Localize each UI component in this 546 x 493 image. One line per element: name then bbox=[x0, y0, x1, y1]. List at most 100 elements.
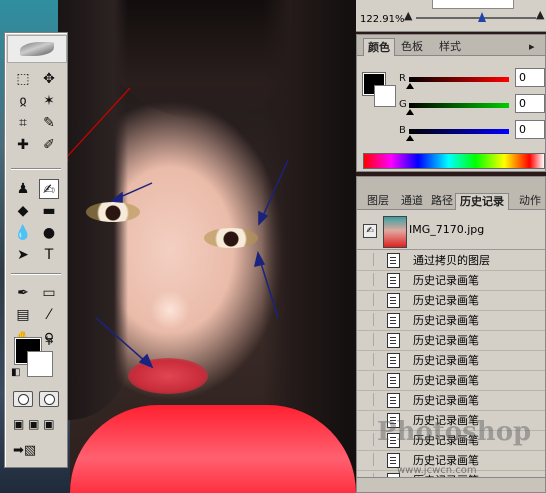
history-state-icon bbox=[387, 253, 400, 268]
history-item[interactable]: 历史记录画笔 bbox=[357, 330, 545, 351]
crop-tool-icon[interactable]: ⌗ bbox=[13, 113, 33, 133]
channel-b-slider[interactable] bbox=[409, 129, 509, 134]
history-item-label: 历史记录画笔 bbox=[413, 334, 479, 347]
gradient-tool-icon[interactable]: ▬ bbox=[39, 201, 59, 221]
channel-b-value[interactable]: 0 bbox=[515, 120, 545, 139]
history-state-icon bbox=[387, 353, 400, 368]
history-item[interactable]: 历史记录画笔 bbox=[357, 290, 545, 311]
standard-mode-button[interactable] bbox=[13, 391, 33, 407]
history-source-checkbox[interactable] bbox=[361, 453, 374, 466]
tab-channels[interactable]: 通道 bbox=[397, 193, 427, 209]
eraser-tool-icon[interactable]: ◆ bbox=[13, 201, 33, 221]
history-source-checkbox[interactable] bbox=[361, 253, 374, 266]
healing-tool-icon[interactable]: ✚ bbox=[13, 135, 33, 155]
magic-wand-tool-icon[interactable]: ✶ bbox=[39, 91, 59, 111]
slice-tool-icon[interactable]: ✎ bbox=[39, 113, 59, 133]
history-panel: 图层 通道 路径 历史记录 动作 ✍ IMG_7170.jpg 通过拷贝的图层历… bbox=[356, 176, 546, 493]
marquee-tool-icon[interactable]: ⬚ bbox=[13, 69, 33, 89]
tab-actions[interactable]: 动作 bbox=[515, 193, 545, 209]
history-item[interactable]: 历史记录画笔 bbox=[357, 390, 545, 411]
history-source-checkbox[interactable] bbox=[361, 413, 374, 426]
swap-colors-icon[interactable]: ⇆ bbox=[45, 335, 53, 346]
history-state-icon bbox=[387, 393, 400, 408]
brush-tool-icon[interactable]: ✐ bbox=[39, 135, 59, 155]
feather-logo-icon bbox=[20, 42, 54, 56]
history-item[interactable]: 历史记录画笔 bbox=[357, 270, 545, 291]
tab-paths[interactable]: 路径 bbox=[427, 193, 457, 209]
quickmask-mode-button[interactable] bbox=[39, 391, 59, 407]
toolbox-divider bbox=[11, 273, 61, 275]
channel-r-label: R bbox=[399, 73, 406, 84]
dodge-tool-icon[interactable]: ● bbox=[39, 223, 59, 243]
zoom-out-icon[interactable]: ▲ bbox=[404, 9, 412, 22]
tab-layers[interactable]: 图层 bbox=[363, 193, 393, 209]
history-item-label: 历史记录画笔 bbox=[413, 374, 479, 387]
zoom-slider-track[interactable] bbox=[416, 17, 536, 19]
history-source-checkbox[interactable] bbox=[361, 273, 374, 286]
history-item[interactable]: 历史记录画笔 bbox=[357, 370, 545, 391]
arrow-left-eye bbox=[117, 182, 153, 199]
history-source-checkbox[interactable] bbox=[361, 333, 374, 346]
background-color-swatch[interactable] bbox=[374, 85, 396, 107]
history-footer bbox=[357, 477, 545, 492]
type-tool-icon[interactable]: T bbox=[39, 245, 59, 265]
history-item[interactable]: 历史记录画笔 bbox=[357, 310, 545, 331]
history-item[interactable]: 通过拷贝的图层 bbox=[357, 250, 545, 271]
channel-b-thumb[interactable] bbox=[406, 135, 414, 141]
history-state-icon bbox=[387, 273, 400, 288]
history-snapshot[interactable]: ✍ IMG_7170.jpg bbox=[357, 213, 545, 250]
history-state-icon bbox=[387, 333, 400, 348]
history-source-checkbox[interactable] bbox=[361, 353, 374, 366]
watermark-text: Photoshop bbox=[377, 417, 532, 447]
history-state-icon bbox=[387, 373, 400, 388]
arrow-right-eye-lower bbox=[259, 259, 279, 319]
notes-tool-icon[interactable]: ▤ bbox=[13, 305, 33, 325]
color-panel-tabs: 颜色 色板 样式 ▸ bbox=[357, 35, 545, 56]
tab-swatches[interactable]: 色板 bbox=[397, 38, 427, 55]
channel-g-thumb[interactable] bbox=[406, 109, 414, 115]
history-source-checkbox[interactable] bbox=[361, 373, 374, 386]
history-brush-tool-icon[interactable]: ✍ bbox=[39, 179, 59, 199]
history-source-checkbox[interactable] bbox=[361, 313, 374, 326]
panel-menu-icon[interactable]: ▸ bbox=[525, 38, 539, 55]
lasso-tool-icon[interactable]: ჲ bbox=[13, 91, 33, 111]
channel-g-slider[interactable] bbox=[409, 103, 509, 108]
navigator-preview bbox=[432, 0, 514, 9]
color-spectrum-bar[interactable] bbox=[363, 153, 545, 169]
channel-r-thumb[interactable] bbox=[406, 83, 414, 89]
stamp-tool-icon[interactable]: ♟ bbox=[13, 179, 33, 199]
background-color-swatch[interactable] bbox=[27, 351, 53, 377]
watermark-url: www.jcwcn.com bbox=[397, 465, 477, 476]
channel-r-slider[interactable] bbox=[409, 77, 509, 82]
zoom-level[interactable]: 122.91% bbox=[360, 14, 405, 25]
toolbox: ⬚✥ჲ✶⌗✎✚✐♟✍◆▬💧●➤T✒▭▤⁄✋⚲ ⇆ ◧ ▣ ▣ ▣ ➡▧ bbox=[4, 32, 68, 468]
history-brush-source-icon[interactable]: ✍ bbox=[363, 224, 377, 238]
color-panel: 颜色 色板 样式 ▸ R 0 G 0 B 0 bbox=[356, 34, 546, 172]
move-tool-icon[interactable]: ✥ bbox=[39, 69, 59, 89]
history-item-label: 历史记录画笔 bbox=[413, 314, 479, 327]
path-select-tool-icon[interactable]: ➤ bbox=[13, 245, 33, 265]
arrow-lips bbox=[95, 317, 147, 363]
tab-color[interactable]: 颜色 bbox=[363, 38, 395, 56]
channel-b-label: B bbox=[399, 125, 406, 136]
history-source-checkbox[interactable] bbox=[361, 393, 374, 406]
history-item-label: 通过拷贝的图层 bbox=[413, 254, 490, 267]
zoom-in-icon[interactable]: ▲ bbox=[536, 8, 544, 21]
pen-tool-icon[interactable]: ✒ bbox=[13, 283, 33, 303]
jump-to-imageready-icon[interactable]: ➡▧ bbox=[13, 443, 36, 458]
tab-styles[interactable]: 样式 bbox=[435, 38, 465, 55]
blur-tool-icon[interactable]: 💧 bbox=[13, 223, 33, 243]
history-item-label: 历史记录画笔 bbox=[413, 274, 479, 287]
navigator-panel: 122.91% ▲ ▲ bbox=[356, 0, 546, 32]
shape-tool-icon[interactable]: ▭ bbox=[39, 283, 59, 303]
history-source-checkbox[interactable] bbox=[361, 433, 374, 446]
history-source-checkbox[interactable] bbox=[361, 293, 374, 306]
screen-mode-icon[interactable]: ▣ ▣ ▣ bbox=[13, 417, 55, 431]
channel-r-value[interactable]: 0 bbox=[515, 68, 545, 87]
tab-history[interactable]: 历史记录 bbox=[455, 193, 509, 210]
history-item[interactable]: 历史记录画笔 bbox=[357, 350, 545, 371]
channel-g-value[interactable]: 0 bbox=[515, 94, 545, 113]
default-colors-icon[interactable]: ◧ bbox=[11, 367, 20, 378]
eyedropper-tool-icon[interactable]: ⁄ bbox=[39, 305, 59, 325]
snapshot-thumbnail bbox=[383, 216, 407, 248]
